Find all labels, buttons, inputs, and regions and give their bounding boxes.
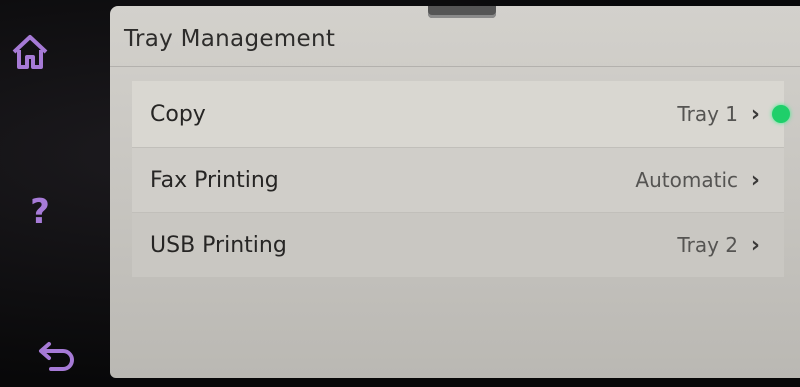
touch-screen: Tray Management Copy Tray 1 › Fax Printi…: [110, 6, 800, 378]
list-item-value: Automatic: [635, 168, 738, 192]
status-indicator: [772, 105, 790, 123]
chevron-right-icon: ›: [750, 232, 760, 258]
home-icon: [12, 35, 48, 69]
list-item-value: Tray 2: [677, 233, 738, 257]
list-item-label: Fax Printing: [150, 167, 279, 193]
back-button[interactable]: [36, 336, 80, 376]
printer-control-panel: ? Tray Management Copy Tray 1 › Fax Prin…: [0, 0, 800, 387]
tray-settings-list: Copy Tray 1 › Fax Printing Automatic › U…: [132, 81, 790, 278]
list-item-value: Tray 1: [677, 102, 738, 126]
title-bar: Tray Management: [110, 6, 800, 67]
list-item-label: Copy: [150, 101, 206, 127]
help-icon: ?: [30, 192, 50, 232]
chevron-right-icon: ›: [750, 101, 760, 127]
back-arrow-icon: [39, 342, 74, 371]
chevron-right-icon: ›: [750, 167, 760, 193]
help-button[interactable]: ?: [20, 190, 60, 234]
home-button[interactable]: [8, 30, 52, 74]
list-item-fax-printing[interactable]: Fax Printing Automatic ›: [132, 148, 784, 213]
list-item-label: USB Printing: [150, 232, 287, 258]
list-item-copy[interactable]: Copy Tray 1 ›: [132, 81, 790, 148]
page-title: Tray Management: [124, 26, 336, 52]
list-item-usb-printing[interactable]: USB Printing Tray 2 ›: [132, 213, 784, 278]
